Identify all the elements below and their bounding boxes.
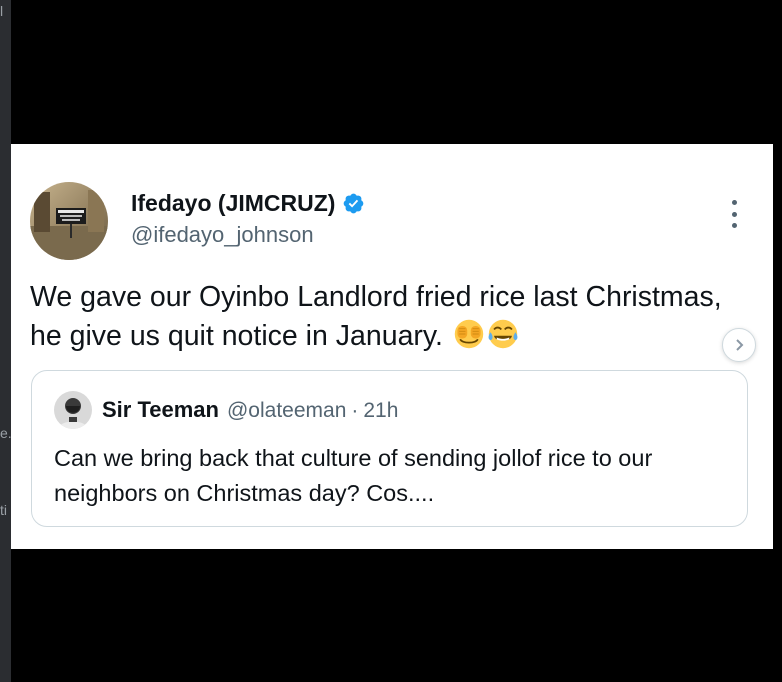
author-handle[interactable]: @ifedayo_johnson [131, 222, 314, 248]
quoted-tweet-header: Sir Teeman @olateeman · 21h [102, 397, 398, 423]
background-window-edge: l e. ti [0, 0, 12, 682]
tweet-text: We gave our Oyinbo Landlord fried rice l… [30, 281, 722, 352]
quoted-tweet-text: Can we bring back that culture of sendin… [54, 445, 653, 506]
author-avatar[interactable] [30, 182, 108, 260]
tears-of-joy-icon [488, 319, 518, 349]
tweet-body: We gave our Oyinbo Landlord fried rice l… [30, 278, 730, 356]
background-text-fragment: e. [0, 425, 12, 441]
next-arrow-button[interactable] [722, 328, 756, 362]
quoted-author-avatar[interactable] [54, 391, 92, 429]
author-display-name[interactable]: Ifedayo (JIMCRUZ) [131, 190, 335, 217]
author-name-row: Ifedayo (JIMCRUZ) [131, 190, 365, 216]
quoted-tweet[interactable]: Sir Teeman @olateeman · 21h Can we bring… [31, 370, 748, 527]
verified-badge-icon [344, 193, 364, 213]
tweet-card[interactable]: Ifedayo (JIMCRUZ) @ifedayo_johnson We ga… [11, 144, 773, 549]
separator-dot: · [351, 399, 359, 422]
quoted-timestamp[interactable]: 21h [363, 399, 398, 423]
screenshot-canvas: l e. ti Ifedayo (JIMCRUZ) @ifedayo_johns… [0, 0, 782, 682]
chevron-right-icon [736, 339, 744, 351]
background-text-fragment: l [0, 3, 4, 19]
face-with-hands-over-eyes-icon [454, 319, 484, 349]
quoted-author-handle[interactable]: @olateeman [227, 399, 346, 423]
quoted-author-name[interactable]: Sir Teeman [102, 397, 219, 423]
background-text-fragment: ti [0, 502, 7, 518]
more-options-icon[interactable] [724, 200, 744, 228]
